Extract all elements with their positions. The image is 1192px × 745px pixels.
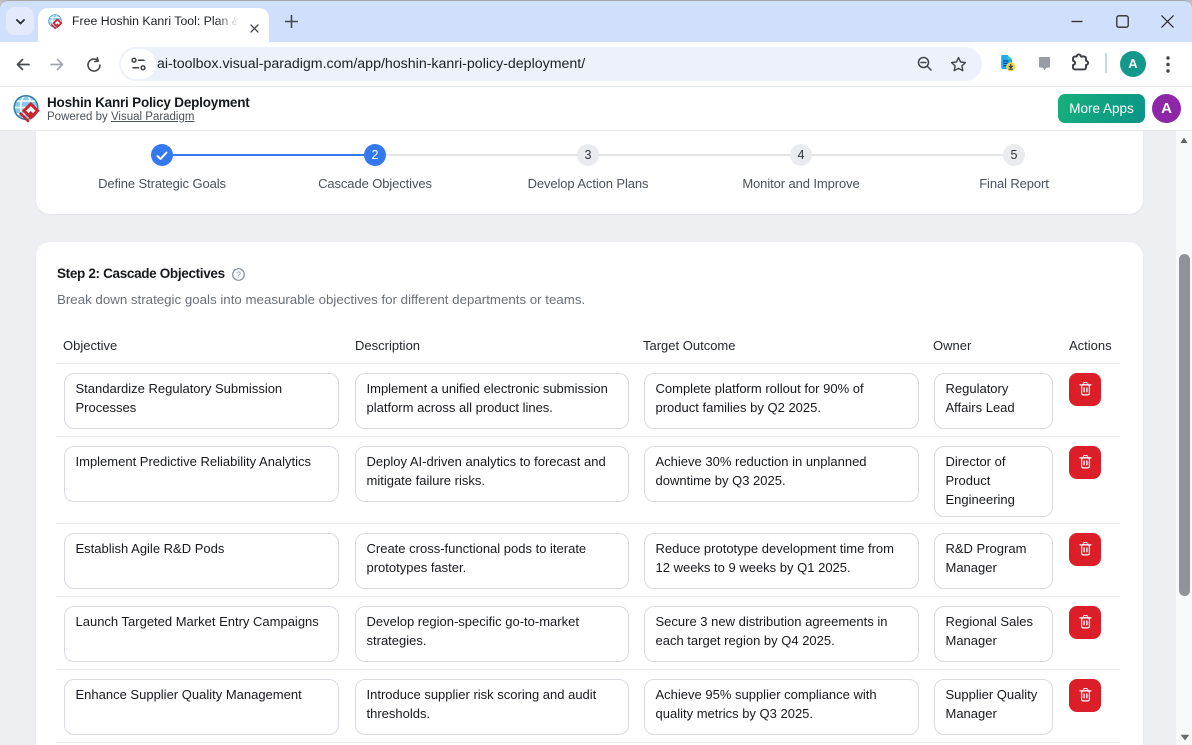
- svg-text:?: ?: [236, 269, 241, 279]
